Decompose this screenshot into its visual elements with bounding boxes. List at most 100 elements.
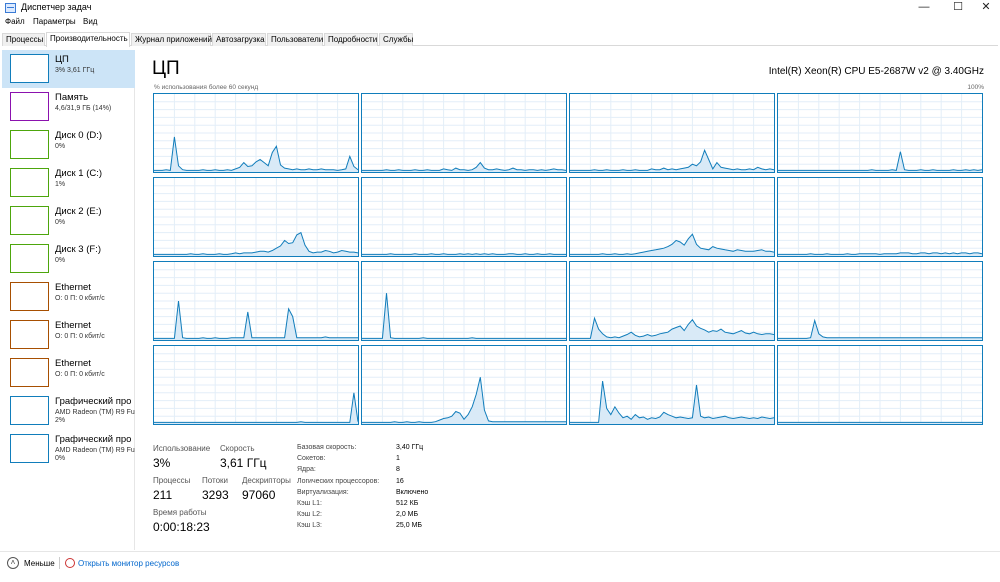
footer-divider [59, 557, 60, 569]
sidebar-item[interactable]: Графический про AMD Radeon (TM) R9 Fu 2% [2, 392, 135, 430]
sidebar-item[interactable]: Графический про AMD Radeon (TM) R9 Fu 0% [2, 430, 135, 468]
detail-value: 2,0 МБ [396, 511, 419, 519]
sidebar-item-value: 0% [55, 257, 66, 264]
sidebar-item-value: AMD Radeon (TM) R9 Fu [55, 409, 135, 416]
logical-cpu-graph [361, 345, 567, 425]
logical-cpu-graph [361, 177, 567, 257]
logical-cpu-graph [777, 345, 983, 425]
detail-key: Кэш L2: [297, 511, 322, 519]
sidebar-item-label: ЦП [55, 54, 69, 65]
sidebar-item[interactable]: Ethernet О: 0 П: 0 кбит/с [2, 354, 135, 392]
cpu-usage-chart [570, 94, 774, 172]
sidebar-item-label: Диск 3 (F:) [55, 244, 101, 255]
footer-bar: ˄ Меньше Открыть монитор ресурсов [0, 551, 1000, 575]
disk-graph-icon [10, 130, 49, 159]
graph-caption: % использования более 60 секунд [154, 84, 259, 91]
detail-key: Логических процессоров: [297, 477, 380, 485]
detail-key: Ядра: [297, 466, 316, 474]
handles-value: 97060 [242, 488, 276, 502]
usage-value: 3% [153, 456, 171, 470]
tab-details[interactable]: Подробности [324, 33, 378, 46]
usage-label: Использование [153, 444, 211, 453]
processes-label: Процессы [153, 476, 191, 485]
detail-value: 8 [396, 466, 400, 474]
disk-graph-icon [10, 244, 49, 273]
sidebar-item-label: Диск 1 (C:) [55, 168, 103, 179]
menu-view[interactable]: Вид [83, 17, 97, 26]
detail-value: 512 КБ [396, 500, 419, 507]
disk-graph-icon [10, 206, 49, 235]
sidebar-item-label: Ethernet [55, 282, 91, 293]
cpu-graph-grid [153, 93, 986, 429]
cpu-usage-chart [154, 346, 358, 424]
detail-value: 16 [396, 477, 404, 485]
sidebar-item[interactable]: Диск 2 (E:) 0% [2, 202, 135, 240]
page-title: ЦП [152, 58, 180, 79]
detail-value: Включено [396, 488, 429, 496]
sidebar-item-usage: 0% [55, 455, 66, 462]
detail-key: Кэш L3: [297, 522, 322, 530]
cpu-usage-chart [778, 94, 982, 172]
sidebar-item-usage: 2% [55, 417, 66, 424]
logical-cpu-graph [569, 261, 775, 341]
tab-users[interactable]: Пользователи [267, 33, 323, 46]
logical-cpu-graph [361, 261, 567, 341]
menu-options[interactable]: Параметры [33, 17, 76, 26]
maximize-button[interactable]: ☐ [944, 0, 972, 16]
logical-cpu-graph [569, 93, 775, 173]
sidebar-item[interactable]: ЦП 3% 3,61 ГГц [2, 50, 135, 88]
sidebar-item-value: 0% [55, 219, 66, 226]
disk-graph-icon [10, 168, 49, 197]
sidebar-item-label: Ethernet [55, 320, 91, 331]
detail-value: 1 [396, 455, 400, 463]
cpu-usage-chart [570, 346, 774, 424]
sidebar-item[interactable]: Диск 0 (D:) 0% [2, 126, 135, 164]
tab-startup[interactable]: Автозагрузка [212, 33, 266, 46]
uptime-value: 0:00:18:23 [153, 520, 210, 534]
resource-sidebar: ЦП 3% 3,61 ГГц Память 4,6/31,9 ГБ (14%) Диск… [2, 50, 135, 550]
logical-cpu-graph [153, 93, 359, 173]
sidebar-item[interactable]: Ethernet О: 0 П: 0 кбит/с [2, 316, 135, 354]
tab-performance[interactable]: Производительность [46, 32, 130, 47]
menu-file[interactable]: Файл [5, 17, 25, 26]
chevron-up-icon[interactable]: ˄ [7, 557, 19, 569]
tab-app-history[interactable]: Журнал приложений [131, 33, 212, 46]
sidebar-item[interactable]: Диск 1 (C:) 1% [2, 164, 135, 202]
detail-key: Кэш L1: [297, 500, 322, 507]
minimize-button[interactable]: — [910, 0, 938, 16]
resource-monitor-icon[interactable] [65, 558, 75, 568]
sidebar-item[interactable]: Ethernet О: 0 П: 0 кбит/с [2, 278, 135, 316]
handles-label: Дескрипторы [242, 476, 291, 485]
network-graph-icon [10, 358, 49, 387]
cpu-usage-chart [362, 94, 566, 172]
fewer-details-button[interactable]: Меньше [24, 559, 55, 568]
logical-cpu-graph [153, 177, 359, 257]
cpu-usage-chart [154, 262, 358, 340]
cpu-usage-chart [362, 178, 566, 256]
close-button[interactable]: ✕ [972, 0, 1000, 16]
logical-cpu-graph [777, 177, 983, 257]
speed-label: Скорость [220, 444, 255, 453]
speed-value: 3,61 ГГц [220, 456, 267, 470]
cpu-usage-chart [778, 178, 982, 256]
cpu-usage-chart [154, 178, 358, 256]
sidebar-item-value: AMD Radeon (TM) R9 Fu [55, 447, 135, 454]
open-resource-monitor-link[interactable]: Открыть монитор ресурсов [78, 559, 179, 568]
sidebar-item-value: 1% [55, 181, 66, 188]
logical-cpu-graph [361, 93, 567, 173]
cpu-usage-chart [362, 346, 566, 424]
network-graph-icon [10, 282, 49, 311]
cpu-usage-chart [570, 178, 774, 256]
cpu-usage-chart [778, 262, 982, 340]
tab-processes[interactable]: Процессы [2, 33, 45, 46]
cpu-usage-chart [362, 262, 566, 340]
sidebar-item-value: О: 0 П: 0 кбит/с [55, 333, 105, 340]
detail-value: 3,40 ГГц [396, 444, 424, 451]
detail-value: 25,0 МБ [396, 522, 422, 530]
tab-services[interactable]: Службы [379, 33, 413, 46]
detail-key: Виртуализация: [297, 488, 349, 496]
logical-cpu-graph [777, 93, 983, 173]
threads-label: Потоки [202, 476, 229, 485]
sidebar-item[interactable]: Диск 3 (F:) 0% [2, 240, 135, 278]
sidebar-item[interactable]: Память 4,6/31,9 ГБ (14%) [2, 88, 135, 126]
